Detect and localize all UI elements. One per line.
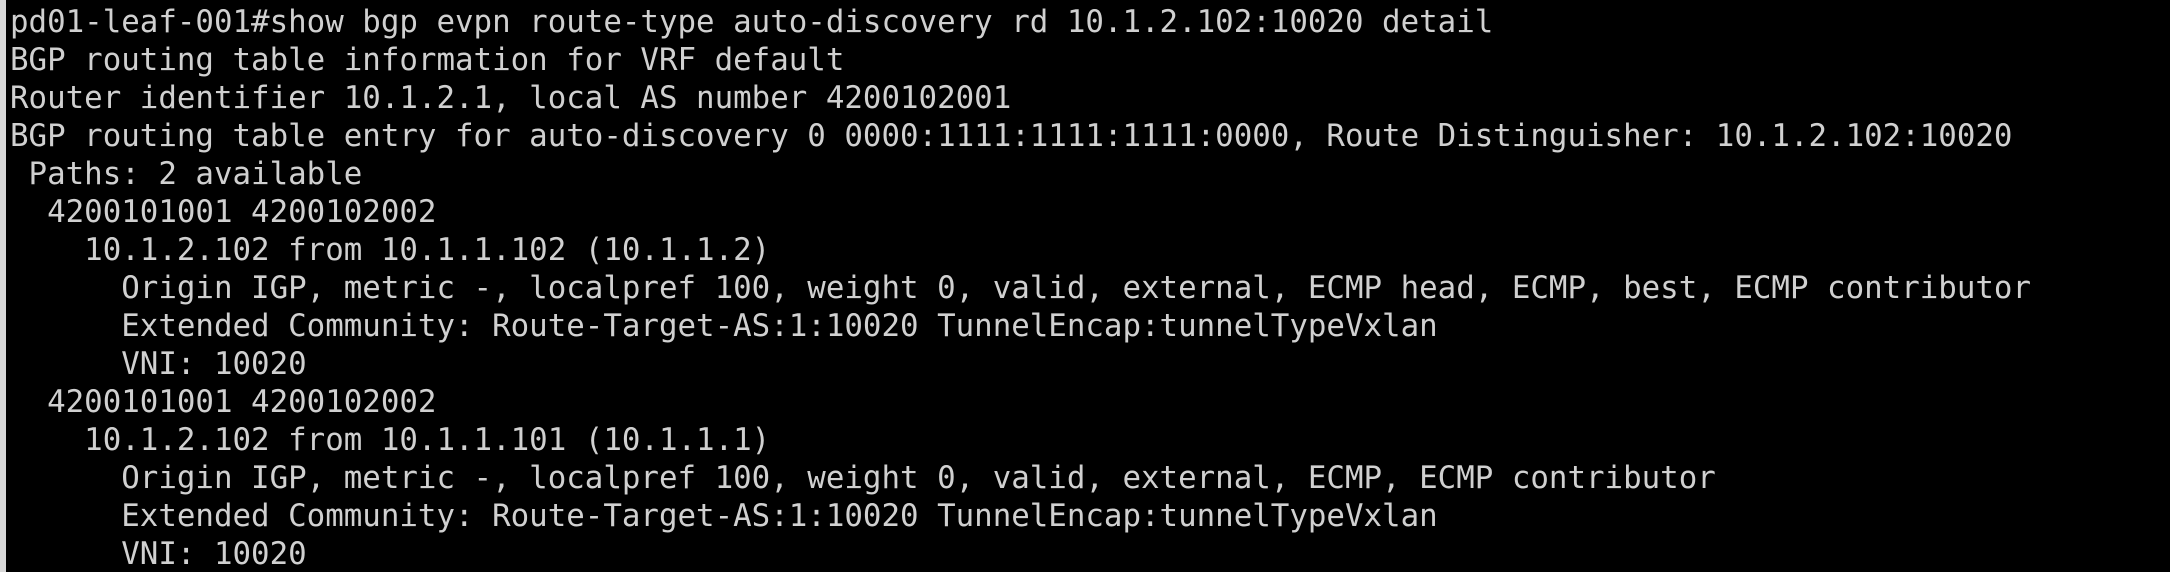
terminal-output: pd01-leaf-001#show bgp evpn route-type a… [10, 3, 2031, 572]
output-line: VNI: 10020 [10, 346, 307, 382]
output-line: Extended Community: Route-Target-AS:1:10… [10, 498, 1438, 534]
output-line: Extended Community: Route-Target-AS:1:10… [10, 308, 1438, 344]
output-line: VNI: 10020 [10, 536, 307, 572]
output-line: 4200101001 4200102002 [10, 384, 437, 420]
terminal-window[interactable]: pd01-leaf-001#show bgp evpn route-type a… [0, 0, 2170, 572]
command-line: pd01-leaf-001#show bgp evpn route-type a… [10, 4, 1494, 40]
output-line: BGP routing table entry for auto-discove… [10, 118, 2013, 154]
output-line: Paths: 2 available [10, 156, 363, 192]
window-border [0, 0, 6, 572]
output-line: 4200101001 4200102002 [10, 194, 437, 230]
output-line: Origin IGP, metric -, localpref 100, wei… [10, 460, 1716, 496]
output-line: Router identifier 10.1.2.1, local AS num… [10, 80, 1012, 116]
output-line: Origin IGP, metric -, localpref 100, wei… [10, 270, 2032, 306]
output-line: 10.1.2.102 from 10.1.1.102 (10.1.1.2) [10, 232, 771, 268]
output-line: BGP routing table information for VRF de… [10, 42, 845, 78]
output-line: 10.1.2.102 from 10.1.1.101 (10.1.1.1) [10, 422, 771, 458]
